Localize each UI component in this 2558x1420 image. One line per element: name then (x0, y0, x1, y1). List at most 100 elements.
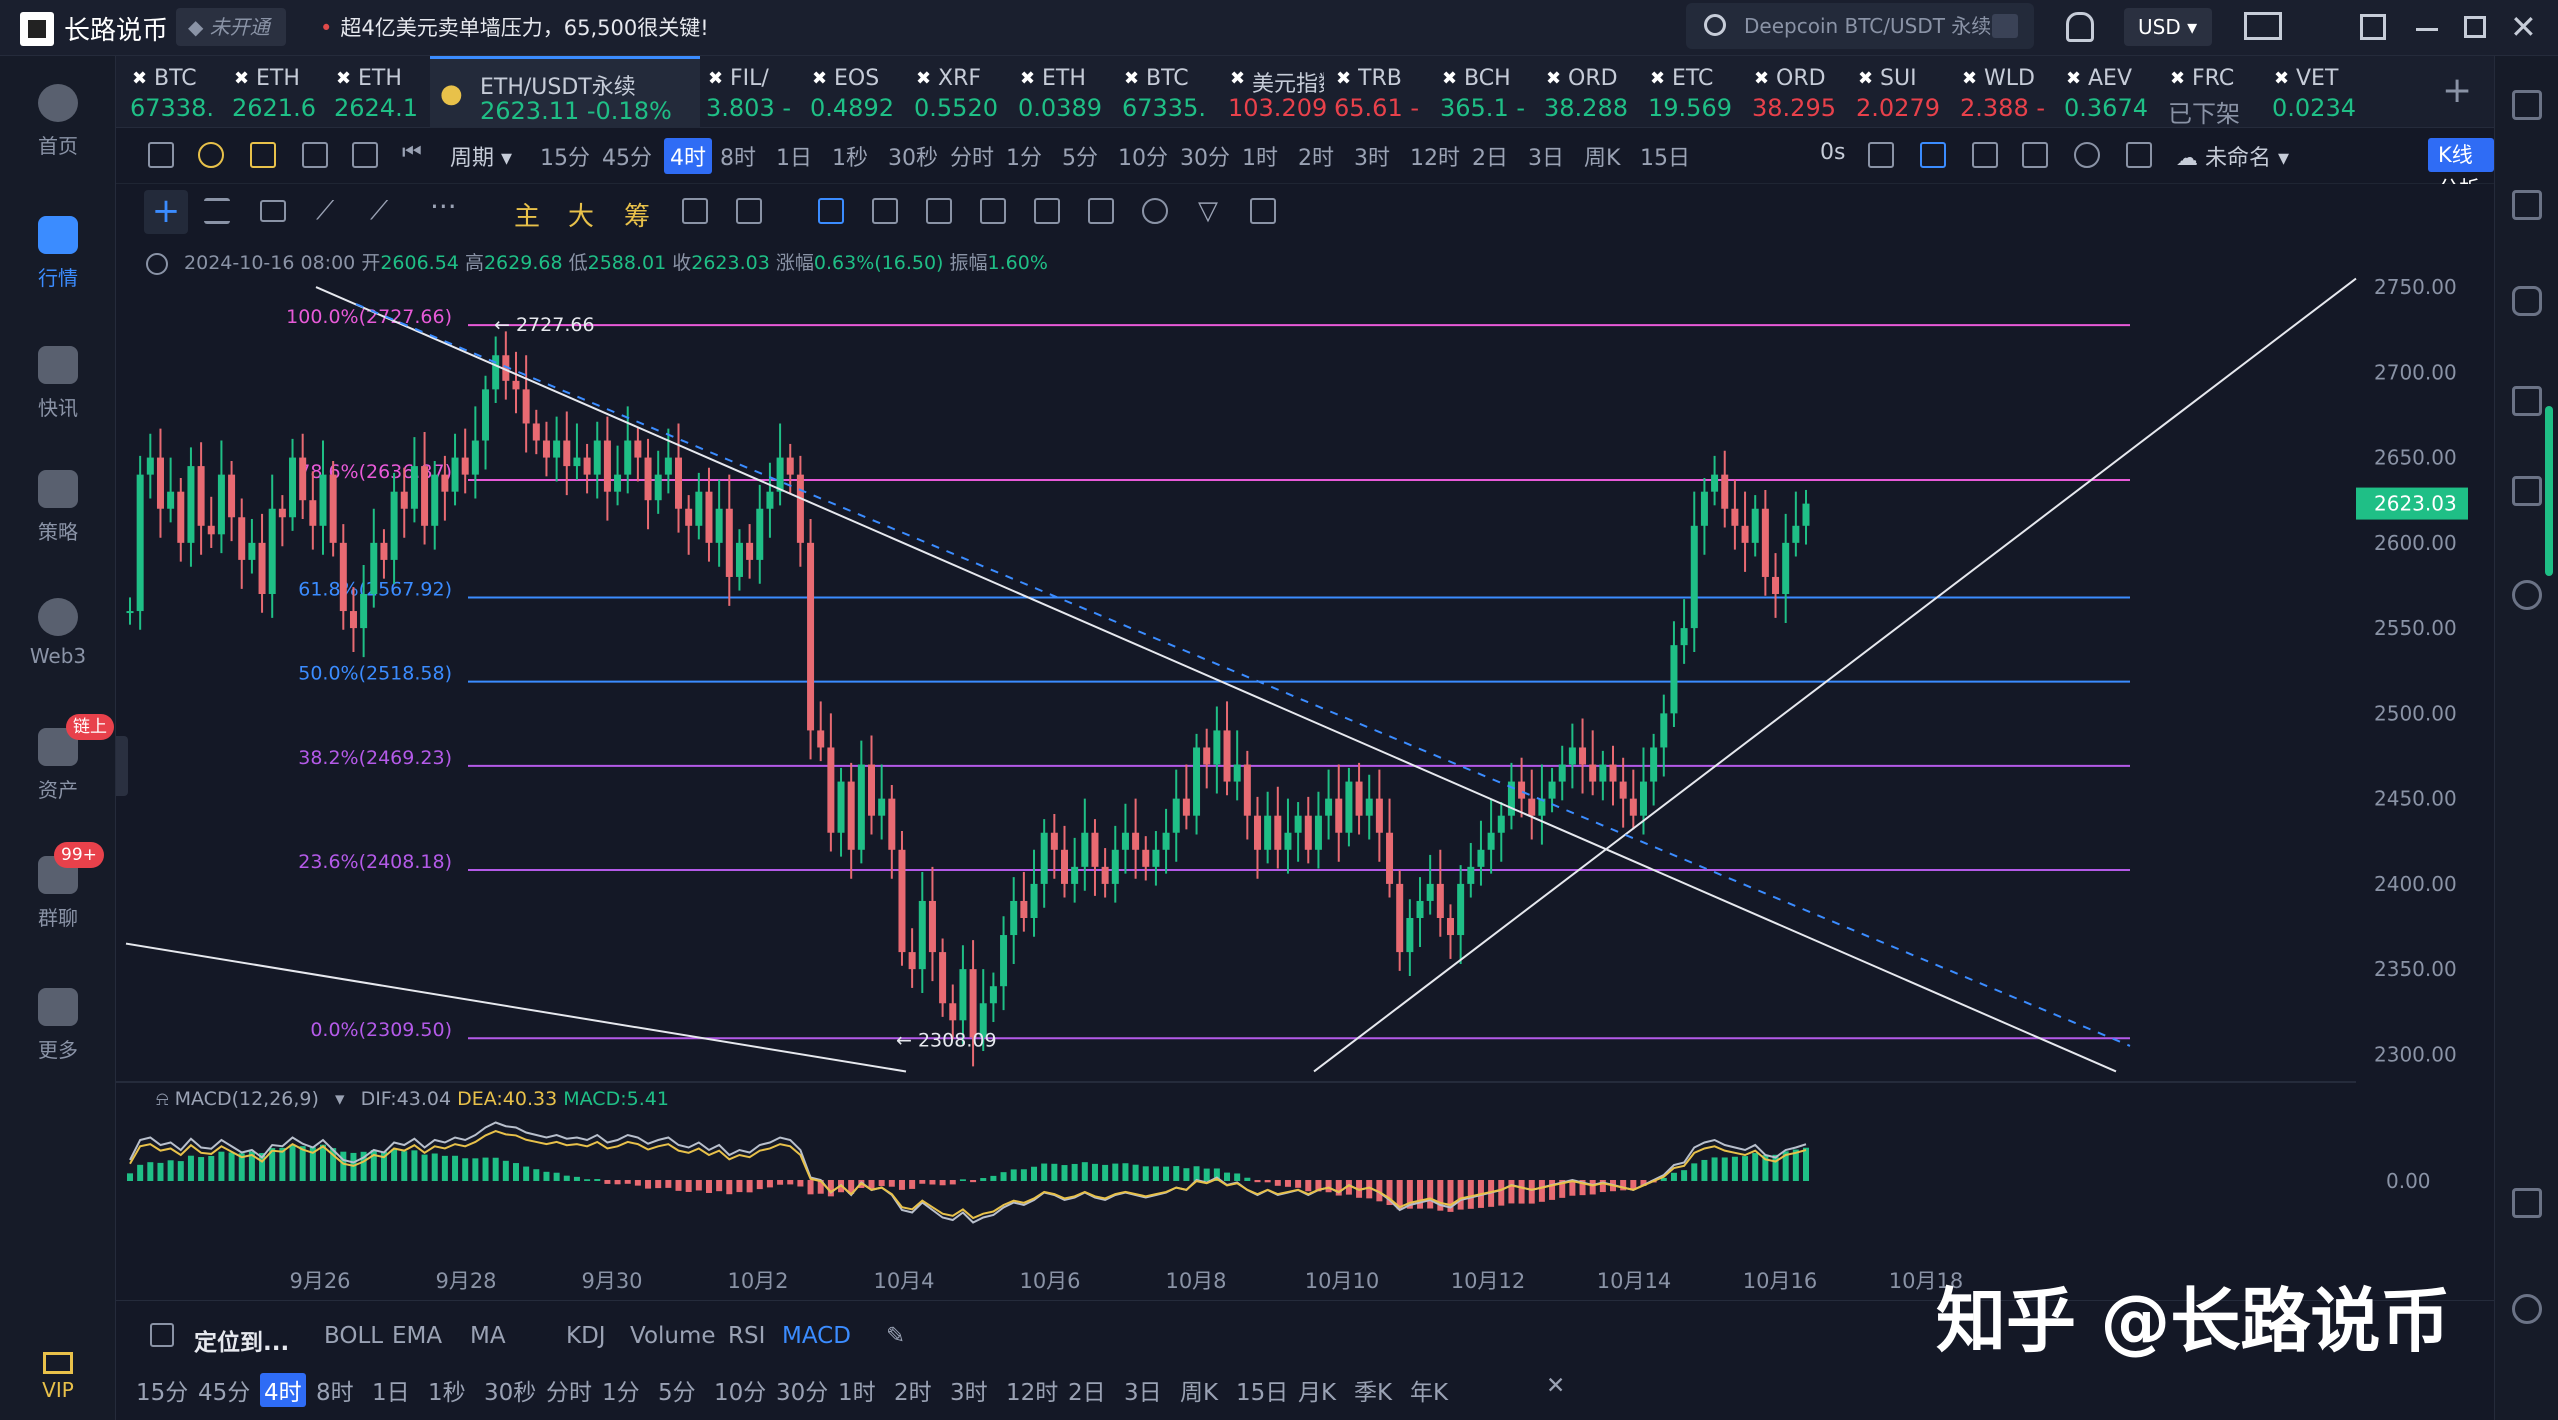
bottom-timeframe-option[interactable]: 5分 (658, 1373, 696, 1407)
period-select[interactable]: 周期 ▾ (450, 140, 512, 172)
indicator-option[interactable]: Volume (630, 1323, 716, 1349)
ticker-tab[interactable]: ✖ ORD 38.288 (1538, 56, 1642, 128)
ticker-tab[interactable]: ✖ AEV 0.3674 (2058, 56, 2162, 128)
more-icon[interactable]: ··· (430, 190, 457, 223)
filter-icon[interactable]: ▽ (1198, 196, 1218, 226)
sidebar-item-home[interactable]: 首页 (0, 84, 116, 159)
ticker-tab[interactable]: ✖ WLD 2.388 - (1954, 56, 2058, 128)
ticker-tab[interactable]: ✖ TRB 65.61 - (1328, 56, 1434, 128)
locate-button[interactable]: 定位到... (194, 1323, 289, 1357)
chart-icon[interactable] (2512, 476, 2542, 506)
line-icon[interactable]: ⟋ (316, 196, 334, 227)
fullscreen-icon[interactable] (2126, 142, 2152, 168)
indicator-option[interactable]: BOLL (324, 1323, 383, 1349)
bottom-timeframe-option[interactable]: 1时 (838, 1373, 876, 1407)
candles-icon[interactable] (980, 198, 1006, 224)
lock-icon[interactable] (1034, 198, 1060, 224)
chart-type-icon[interactable] (148, 142, 174, 168)
ticker-tab[interactable]: ✖ ORD 38.295 (1746, 56, 1850, 128)
currency-select[interactable]: USD ▾ (2124, 8, 2212, 46)
close-icon[interactable]: ✕ (1546, 1373, 1565, 1399)
sidebar-item-strategy[interactable]: 策略 (0, 470, 116, 545)
ticker-tab[interactable]: ✖ ETC 19.569 (1642, 56, 1746, 128)
trend-icon[interactable] (2512, 386, 2542, 416)
indicator-option[interactable]: EMA (392, 1323, 442, 1349)
main-indicator-button[interactable]: 主 (514, 196, 540, 233)
edit-icon[interactable] (1088, 198, 1114, 224)
dollar-icon[interactable] (2512, 286, 2542, 316)
timeframe-option[interactable]: 12时 (1410, 140, 1460, 172)
ticker-tab[interactable]: ✖ EOS 0.4892 (804, 56, 908, 128)
indicator-option[interactable]: MA (470, 1323, 506, 1349)
calendar-icon[interactable] (150, 1323, 174, 1347)
bottom-timeframe-option[interactable]: 1日 (372, 1373, 410, 1407)
status-badge[interactable]: ◆ 未开通 (176, 8, 286, 46)
sidebar-item-web3[interactable]: Web3 (0, 598, 116, 668)
timeframe-option[interactable]: 1时 (1242, 140, 1278, 172)
sidebar-item-chat[interactable]: 群聊 (0, 856, 116, 931)
timeframe-option[interactable]: 15日 (1640, 140, 1690, 172)
exchange-icon[interactable] (2512, 580, 2542, 610)
indicator-option[interactable]: MACD (782, 1323, 851, 1349)
sidebar-item-news[interactable]: 快讯 (0, 346, 116, 421)
bottom-timeframe-option[interactable]: 年K (1410, 1373, 1448, 1407)
timeframe-option[interactable]: 1分 (1006, 140, 1042, 172)
chevron-down-icon[interactable]: ▾ (335, 1088, 345, 1110)
measure-icon[interactable] (736, 198, 762, 224)
indicator-option[interactable]: KDJ (566, 1323, 606, 1349)
indicator-option[interactable]: RSI (728, 1323, 765, 1349)
refresh-icon[interactable] (682, 198, 708, 224)
app-logo[interactable]: 长路说币 (20, 10, 168, 47)
bottom-timeframe-option[interactable]: 4时 (260, 1373, 306, 1407)
ticker-tab[interactable]: ✖ SUI 2.0279 (1850, 56, 1954, 128)
timeframe-option[interactable]: 5分 (1062, 140, 1098, 172)
bottom-timeframe-option[interactable]: 周K (1180, 1373, 1218, 1407)
ticker-tab[interactable]: ✖ XRF 0.5520 (908, 56, 1012, 128)
scroll-indicator[interactable] (2545, 406, 2553, 576)
crop-icon[interactable] (1972, 142, 1998, 168)
headset-icon[interactable] (2512, 1294, 2542, 1324)
bottom-timeframe-option[interactable]: 15日 (1236, 1373, 1288, 1407)
horizontal-lines-icon[interactable] (204, 198, 230, 224)
eye-icon[interactable] (146, 252, 168, 275)
maximize-icon[interactable] (2464, 16, 2486, 38)
ticker-tab[interactable]: ✖ VET 0.0234 (2266, 56, 2370, 128)
sidebar-item-market[interactable]: 行情 (0, 216, 116, 291)
ticker-tab[interactable]: ✖ BTC 67338. (124, 56, 226, 128)
crosshair-icon[interactable]: + (144, 190, 188, 234)
camera-icon[interactable] (1868, 142, 1894, 168)
bell-icon[interactable] (2066, 12, 2094, 42)
kline-analysis-button[interactable]: K线分析 (2428, 138, 2494, 201)
bottom-timeframe-option[interactable]: 季K (1354, 1373, 1392, 1407)
bottom-timeframe-option[interactable]: 1分 (602, 1373, 640, 1407)
grid-icon[interactable] (2512, 90, 2542, 120)
bottom-timeframe-option[interactable]: 12时 (1006, 1373, 1058, 1407)
timeframe-option[interactable]: 30分 (1180, 140, 1230, 172)
timeframe-option[interactable]: 3时 (1354, 140, 1390, 172)
bottom-timeframe-option[interactable]: 8时 (316, 1373, 354, 1407)
split-icon[interactable] (352, 142, 378, 168)
trash-icon[interactable] (1250, 198, 1276, 224)
layout-select[interactable]: ☁ 未命名 ▾ (2176, 140, 2289, 172)
bottom-timeframe-option[interactable]: 1秒 (428, 1373, 466, 1407)
chart-area[interactable]: 2750.00 2700.00 2650.00 2600.00 2550.00 2500.… (116, 240, 2494, 1300)
minimize-icon[interactable] (2416, 28, 2438, 31)
timeframe-option[interactable]: 2时 (1298, 140, 1334, 172)
magnet-icon[interactable] (1142, 198, 1168, 224)
bottom-timeframe-option[interactable]: 10分 (714, 1373, 766, 1407)
ticker-tab[interactable]: ● ETH/USDT永续 2623.11 -0.18% (430, 56, 700, 128)
coin-icon[interactable] (198, 142, 224, 168)
ticker-tab[interactable]: ✖ ETH 2621.6 (226, 56, 328, 128)
sidebar-item-more[interactable]: 更多 (0, 988, 116, 1063)
ticker-tab[interactable]: ✖ FRC 已下架 (2162, 56, 2266, 128)
rectangle-icon[interactable] (260, 200, 286, 222)
timeframe-option[interactable]: 周K (1584, 140, 1620, 172)
timeframe-option[interactable]: 1日 (776, 140, 812, 172)
timeframe-option[interactable]: 分时 (950, 140, 994, 172)
ticker-tab[interactable]: ✖ BCH 365.1 - (1434, 56, 1538, 128)
timeframe-option[interactable]: 10分 (1118, 140, 1168, 172)
screen-icon[interactable] (2022, 142, 2048, 168)
timeframe-option[interactable]: 1秒 (832, 140, 868, 172)
ticker-tab[interactable]: ✖ ETH 2624.1 (328, 56, 430, 128)
star-icon[interactable] (250, 142, 276, 168)
